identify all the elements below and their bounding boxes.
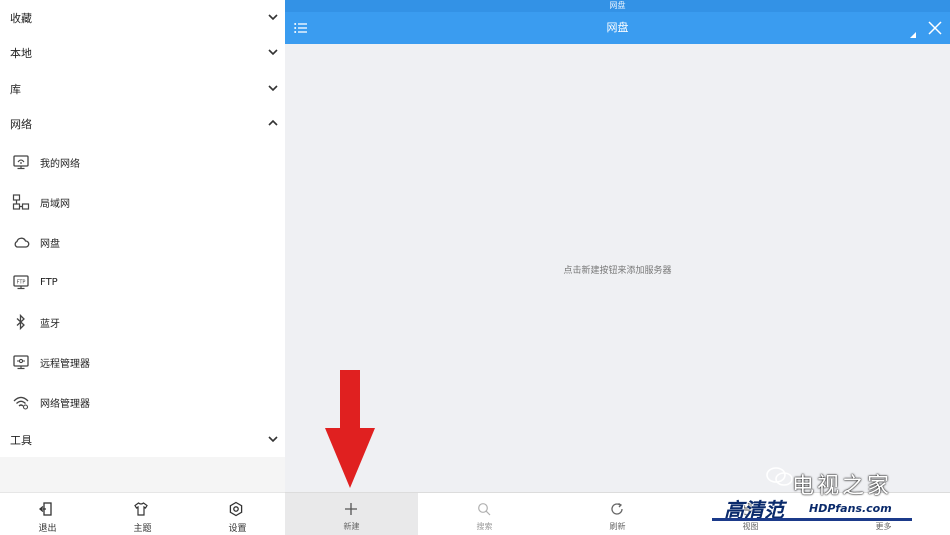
new-button[interactable]: 新建 [285,493,418,535]
exit-button[interactable]: 退出 [0,493,95,535]
search-button[interactable]: 搜索 [418,493,551,535]
cloud-icon [14,237,30,248]
settings-button[interactable]: 设置 [190,493,285,535]
section-network[interactable]: 网络 [0,106,285,141]
watermark-logo-url: HDPfans.com [807,502,894,515]
sidebar-item-label: 我的网络 [40,158,80,170]
section-label: 网络 [10,117,32,131]
theme-button[interactable]: 主题 [95,493,190,535]
red-arrow-annotation [325,370,375,488]
bluetooth-icon [16,313,25,331]
close-icon[interactable] [928,21,942,35]
exit-icon [38,502,52,516]
sidebar-item-label: 远程管理器 [40,358,90,370]
sidebar-item-ftp[interactable]: FTP FTP [0,262,285,302]
wifi-manager-icon [13,396,29,410]
empty-state-message: 点击新建按钮来添加服务器 [563,266,672,276]
lan-icon [12,194,30,210]
sidebar-item-label: 蓝牙 [40,318,60,330]
remote-manager-icon [13,355,29,370]
sidebar-item-my-network[interactable]: 我的网络 [0,142,285,182]
exit-label: 退出 [38,524,57,534]
plus-icon [345,503,357,515]
watermark: 电视之家 高清范 HDPfans.com [712,468,940,528]
shirt-icon [134,502,148,516]
sidebar-item-label: FTP [40,276,58,288]
main-panel: 网盘 网盘 点击新建按钮来添加服务器 新建 搜索 刷新 视图 更多 [285,0,950,535]
page-title: 网盘 [606,21,629,34]
chevron-up-icon [268,119,278,126]
sidebar-item-netdisk[interactable]: 网盘 [0,222,285,262]
section-label: 工具 [10,433,32,447]
gear-icon [229,501,243,517]
dropdown-corner-icon[interactable] [910,32,916,38]
section-local[interactable]: 本地 [0,35,285,70]
sidebar-item-network-manager[interactable]: 网络管理器 [0,382,285,422]
status-bar: 网盘 [285,0,950,12]
section-label: 本地 [10,46,32,60]
chevron-down-icon [268,436,278,443]
section-favorites[interactable]: 收藏 [0,0,285,35]
section-tools[interactable]: 工具 [0,422,285,457]
status-bar-title: 网盘 [609,1,626,10]
sidebar-bottom-bar: 退出 主题 设置 [0,492,285,535]
sidebar-item-lan[interactable]: 局域网 [0,182,285,222]
sidebar-empty-area [0,457,285,492]
refresh-label: 刷新 [609,522,626,531]
section-label: 收藏 [10,11,32,25]
section-label: 库 [10,82,21,96]
new-label: 新建 [343,522,360,531]
sidebar: 收藏 本地 库 网络 我的网络 局域网 网盘 FTP FTP 蓝牙 远程管理器 … [0,0,285,535]
sidebar-item-label: 网络管理器 [40,398,90,410]
sidebar-item-bluetooth[interactable]: 蓝牙 [0,302,285,342]
chevron-down-icon [268,85,278,92]
svg-text:FTP: FTP [17,280,26,286]
settings-label: 设置 [228,524,247,534]
ftp-icon: FTP [13,275,29,290]
sidebar-item-remote-manager[interactable]: 远程管理器 [0,342,285,382]
title-bar: 网盘 [285,12,950,44]
network-list: 我的网络 局域网 网盘 FTP FTP 蓝牙 远程管理器 网络管理器 [0,142,285,422]
sidebar-item-label: 网盘 [40,238,60,250]
watermark-underline [712,518,912,521]
refresh-button[interactable]: 刷新 [551,493,684,535]
refresh-icon [611,502,623,515]
theme-label: 主题 [133,524,152,534]
chevron-down-icon [268,14,278,21]
sidebar-item-label: 局域网 [40,198,70,210]
chevron-down-icon [268,49,278,56]
section-library[interactable]: 库 [0,71,285,106]
search-label: 搜索 [476,522,493,531]
search-icon [478,503,491,516]
monitor-network-icon [13,155,29,170]
